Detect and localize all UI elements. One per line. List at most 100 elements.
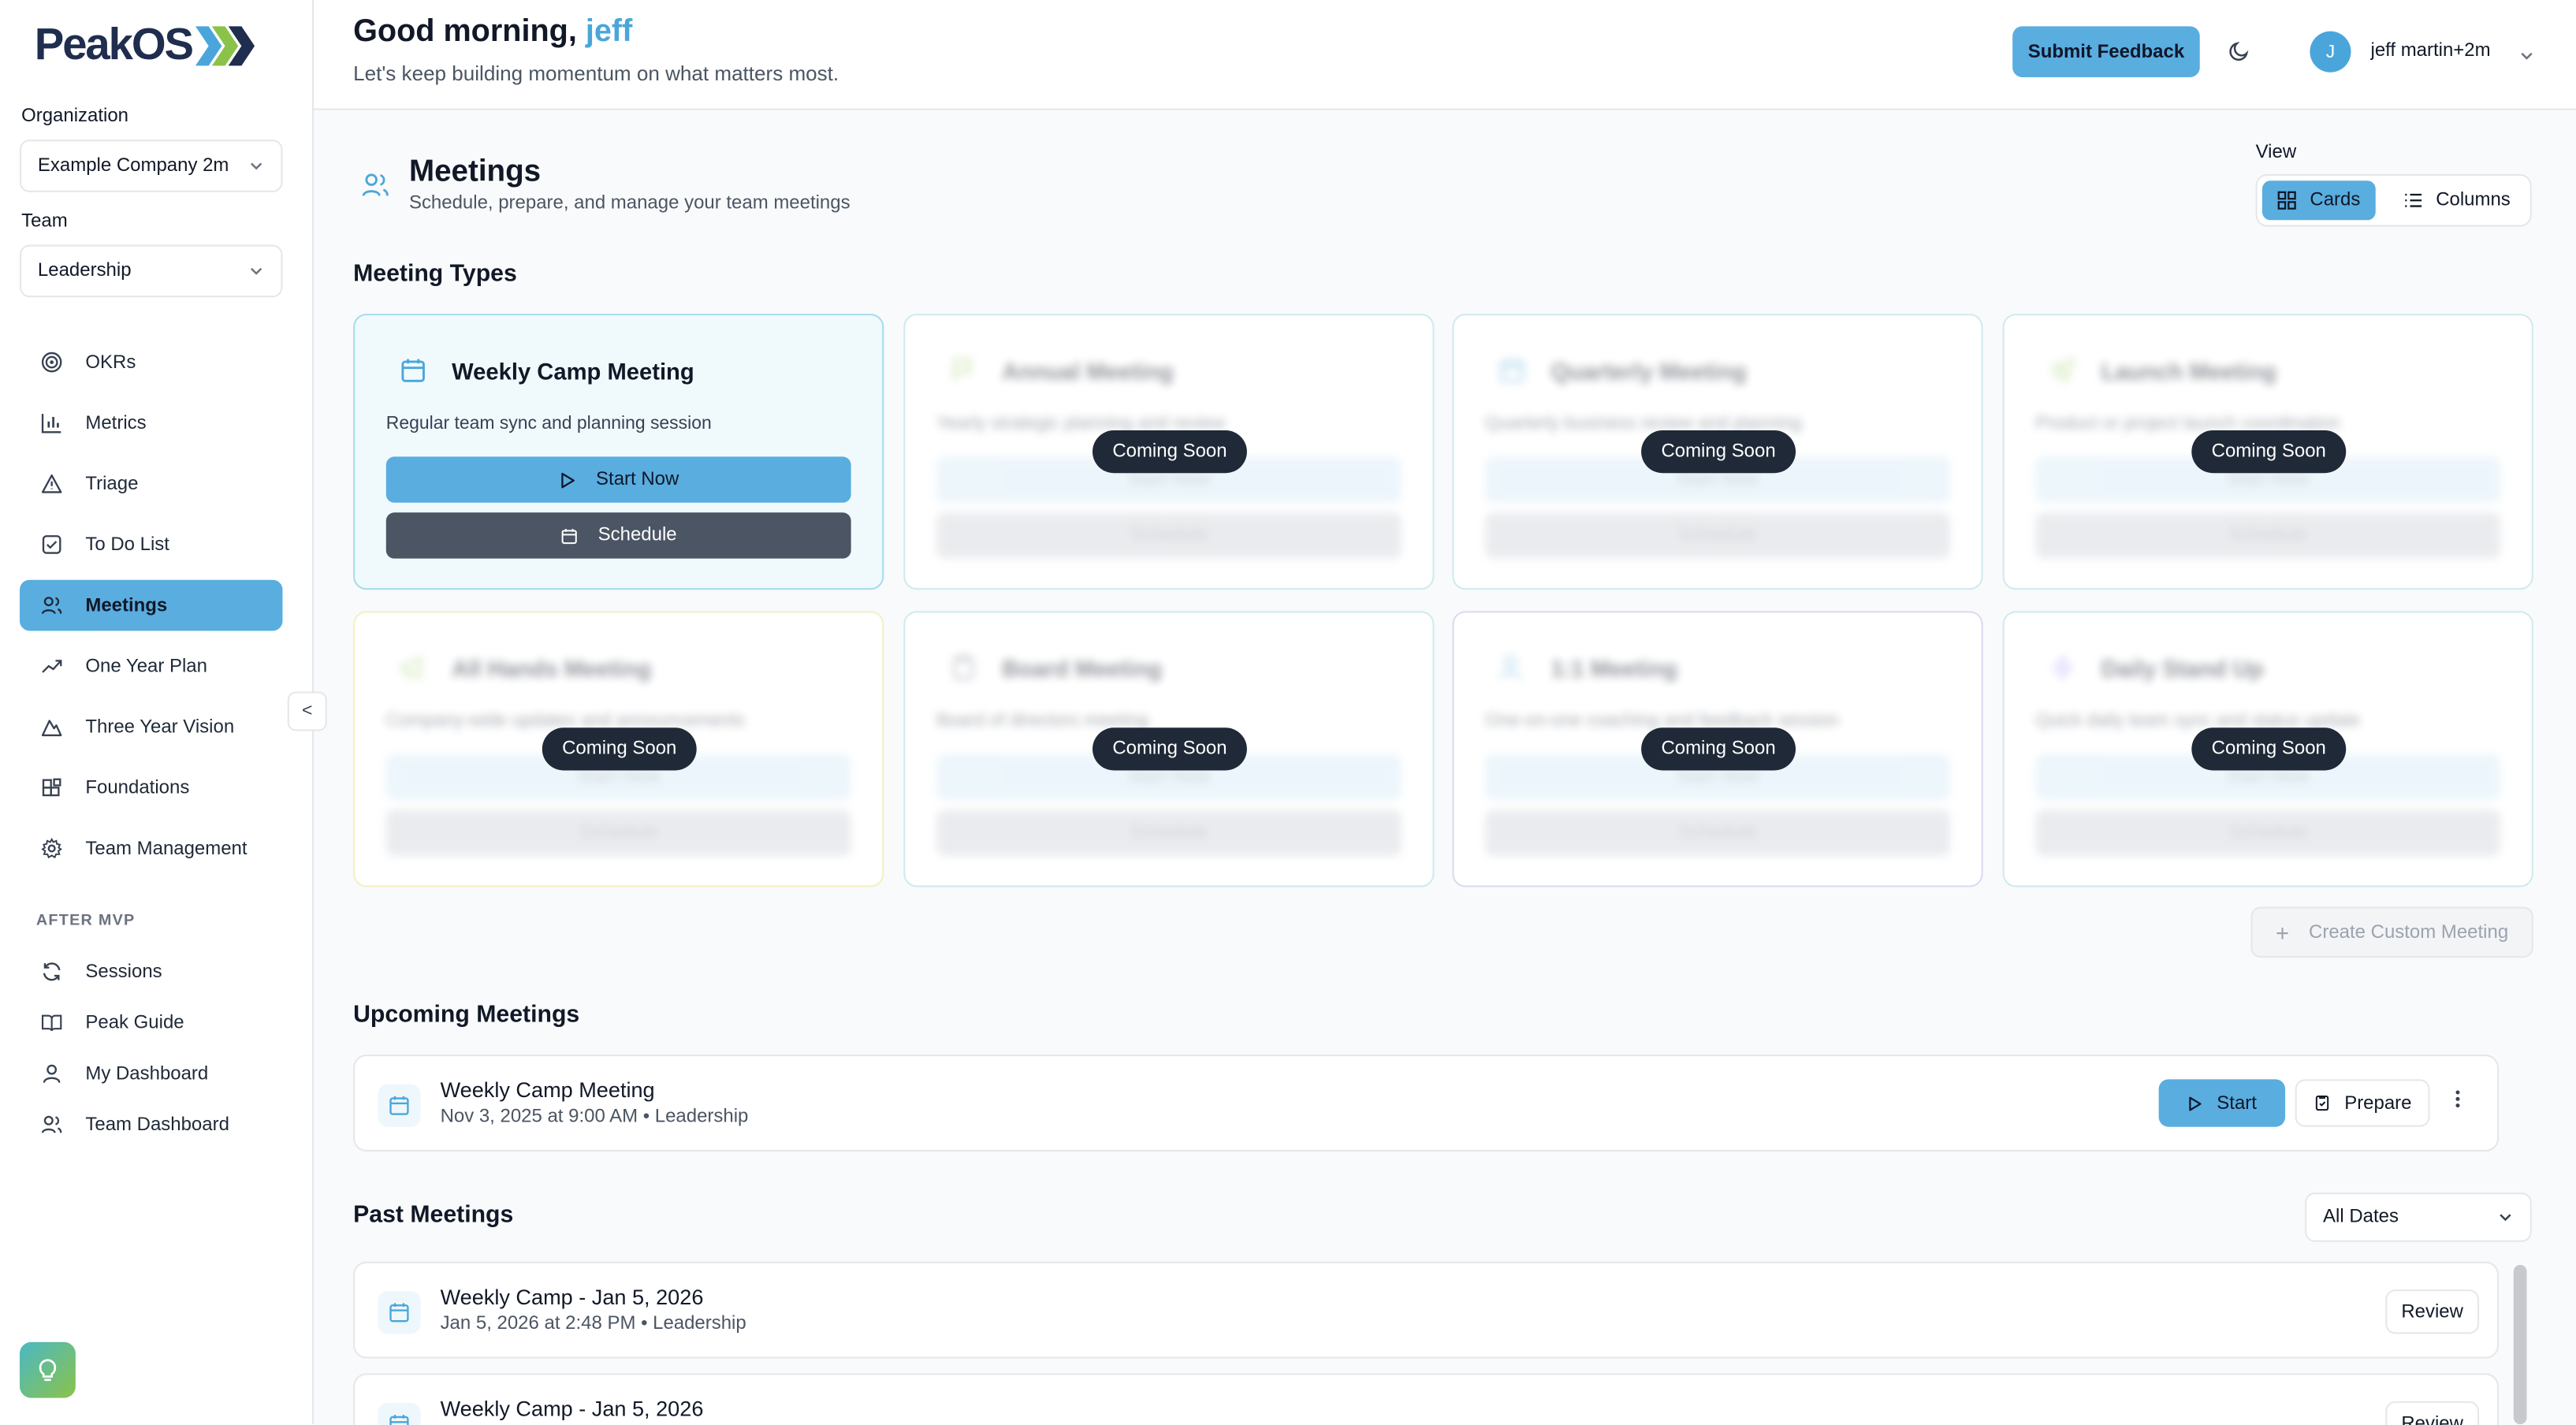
chevron-down-icon: [2500, 1214, 2511, 1222]
sidebar-item-team-management[interactable]: Team Management: [20, 823, 282, 874]
rocket-icon: [2049, 356, 2076, 393]
greeting-user-name: jeff: [585, 14, 633, 50]
lightbulb-help-button[interactable]: [20, 1341, 76, 1398]
greeting-subtitle: Let's keep building momentum on what mat…: [353, 62, 839, 86]
schedule-button: Schedule: [936, 512, 1402, 559]
meeting-type-title: Quarterly Meeting: [1550, 358, 1747, 385]
sidebar-item-metrics[interactable]: Metrics: [20, 397, 282, 448]
meeting-type-card-quarterly: Quarterly Meeting Quarterly business rev…: [1452, 314, 1983, 590]
sidebar-item-three-year-vision[interactable]: Three Year Vision: [20, 701, 282, 753]
calendar-icon: [1498, 356, 1526, 393]
play-icon: [560, 471, 575, 488]
calendar-icon: [378, 1291, 421, 1334]
meeting-title: Weekly Camp - Jan 5, 2026: [440, 1396, 704, 1421]
sidebar-item-to-do-list[interactable]: To Do List: [20, 519, 282, 571]
sidebar-item-label: Meetings: [85, 595, 168, 616]
meeting-type-card-weekly-camp: Weekly Camp Meeting Regular team sync an…: [353, 314, 884, 590]
schedule-label: Schedule: [579, 823, 658, 843]
organization-select[interactable]: Example Company 2m: [20, 140, 283, 192]
peakos-logo[interactable]: PeakOS: [35, 20, 255, 71]
upcoming-meeting-row[interactable]: Weekly Camp Meeting Nov 3, 2025 at 9:00 …: [353, 1055, 2500, 1152]
meeting-type-description: Regular team sync and planning session: [385, 414, 712, 434]
sidebar-item-team-dashboard[interactable]: Team Dashboard: [20, 1102, 282, 1146]
avatar[interactable]: J: [2310, 31, 2351, 73]
main-content: Meetings Schedule, prepare, and manage y…: [314, 110, 2576, 1425]
view-columns-button[interactable]: Columns: [2388, 180, 2526, 220]
scrollbar-thumb[interactable]: [2513, 1264, 2527, 1425]
lightbulb-icon: [39, 1359, 57, 1382]
sidebar-item-one-year-plan[interactable]: One Year Plan: [20, 641, 282, 692]
review-button[interactable]: Review: [2385, 1289, 2480, 1334]
create-custom-meeting-button[interactable]: + Create Custom Meeting: [2250, 906, 2533, 958]
sidebar-item-my-dashboard[interactable]: My Dashboard: [20, 1051, 282, 1096]
prepare-meeting-button[interactable]: Prepare: [2295, 1079, 2430, 1127]
coming-soon-badge: Coming Soon: [1092, 727, 1247, 771]
users-icon: [39, 1113, 62, 1136]
view-columns-label: Columns: [2436, 190, 2511, 210]
coming-soon-badge: Coming Soon: [1641, 727, 1796, 771]
sidebar-item-label: One Year Plan: [85, 656, 207, 676]
coming-soon-badge: Coming Soon: [1641, 430, 1796, 474]
start-meeting-button[interactable]: Start: [2158, 1079, 2286, 1127]
view-cards-button[interactable]: Cards: [2261, 180, 2376, 221]
team-select[interactable]: Leadership: [20, 244, 283, 298]
sidebar-item-peak-guide[interactable]: Peak Guide: [20, 1000, 282, 1044]
prepare-label: Prepare: [2344, 1093, 2412, 1114]
meeting-datetime: Jan 5, 2026 at 2:48 PM • Leadership: [440, 1314, 746, 1334]
chevron-down-icon: [250, 162, 262, 170]
sidebar-item-foundations[interactable]: Foundations: [20, 762, 282, 813]
coming-soon-badge: Coming Soon: [542, 727, 697, 771]
schedule-button: Schedule: [936, 809, 1402, 856]
calendar-icon: [561, 528, 577, 544]
schedule-button[interactable]: Schedule: [385, 512, 851, 559]
after-mvp-section-label: AFTER MVP: [35, 911, 136, 930]
coming-soon-badge: Coming Soon: [1092, 430, 1247, 474]
more-options-icon[interactable]: [2448, 1088, 2467, 1119]
checkbox-icon: [39, 533, 62, 556]
meeting-type-card-annual: Annual Meeting Yearly strategic planning…: [903, 314, 1435, 590]
coming-soon-badge: Coming Soon: [2191, 430, 2347, 474]
past-meeting-row[interactable]: Weekly Camp - Jan 5, 2026 Jan 5, 2026 at…: [353, 1261, 2500, 1359]
meeting-type-card-one-on-one: 1:1 Meeting One-on-one coaching and feed…: [1452, 611, 1983, 887]
dark-mode-toggle-icon[interactable]: [2228, 39, 2250, 71]
calendar-icon: [378, 1084, 421, 1127]
top-header: Good morning, jeff Let's keep building m…: [314, 0, 2576, 110]
sidebar-item-label: OKRs: [85, 352, 136, 373]
chevron-down-icon: [250, 267, 262, 275]
organization-value: Example Company 2m: [37, 155, 229, 177]
start-now-label: Start Now: [596, 470, 679, 490]
start-now-button[interactable]: Start Now: [385, 456, 851, 503]
organization-label: Organization: [21, 106, 129, 127]
sidebar-item-triage[interactable]: Triage: [20, 458, 282, 509]
meeting-type-card-board: Board Meeting Board of directors meeting…: [903, 611, 1435, 887]
secondary-nav: Sessions Peak Guide My Dashboard Team Da…: [20, 950, 282, 1153]
calendar-icon: [378, 1402, 421, 1425]
sidebar-item-sessions[interactable]: Sessions: [20, 950, 282, 994]
user-icon: [39, 1062, 62, 1085]
sidebar-item-label: Peak Guide: [85, 1012, 184, 1032]
date-filter-value: All Dates: [2323, 1207, 2399, 1227]
sidebar-item-meetings[interactable]: Meetings: [20, 579, 283, 631]
brand-name: PeakOS: [34, 20, 194, 69]
sidebar-item-label: Foundations: [85, 777, 190, 798]
chevron-down-icon[interactable]: [2518, 43, 2535, 73]
user-menu-name[interactable]: jeff martin+2m: [2371, 41, 2491, 61]
clipboard-icon: [950, 654, 977, 690]
sidebar-item-okrs[interactable]: OKRs: [20, 337, 282, 388]
sidebar-item-label: To Do List: [85, 534, 169, 555]
meeting-datetime: Nov 3, 2025 at 9:00 AM • Leadership: [440, 1107, 749, 1127]
schedule-button: Schedule: [2035, 809, 2501, 856]
calendar-icon: [399, 356, 426, 393]
date-filter-select[interactable]: All Dates: [2305, 1192, 2532, 1242]
past-meetings-scrollbar[interactable]: [2513, 1264, 2527, 1425]
submit-feedback-button[interactable]: Submit Feedback: [2012, 26, 2200, 77]
schedule-label: Schedule: [1129, 823, 1208, 843]
past-meeting-row[interactable]: Weekly Camp - Jan 5, 2026 Review: [353, 1373, 2500, 1425]
mountain-icon: [39, 716, 62, 739]
zap-icon: [2049, 654, 2076, 690]
review-button[interactable]: Review: [2385, 1401, 2480, 1425]
target-icon: [39, 351, 62, 374]
team-label: Team: [21, 211, 68, 232]
schedule-button: Schedule: [1485, 512, 1950, 559]
book-icon: [39, 1011, 62, 1034]
